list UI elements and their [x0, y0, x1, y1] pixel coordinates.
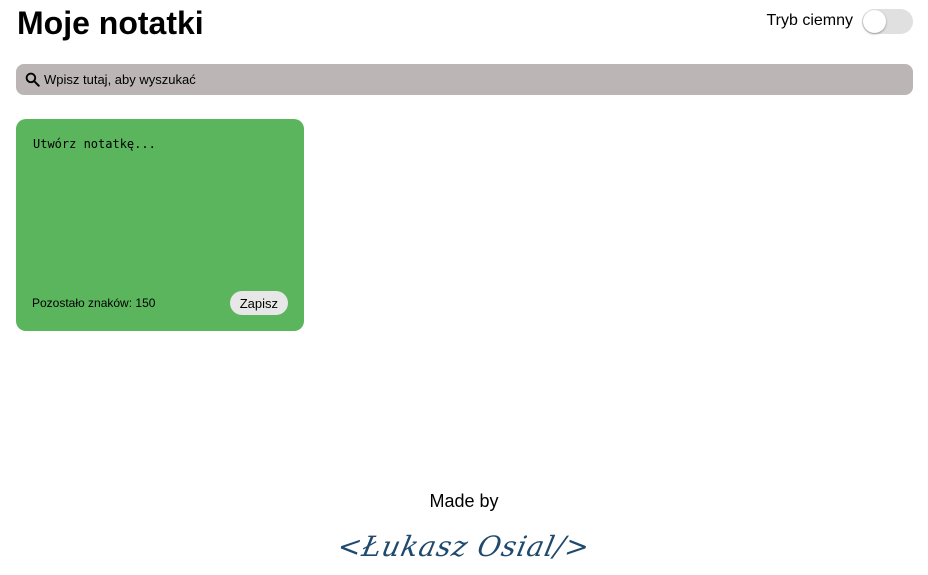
- author-signature: <Łukasz Osial/>: [334, 530, 594, 563]
- dark-mode-label: Tryb ciemny: [766, 12, 853, 29]
- page-title: Moje notatki: [17, 5, 204, 41]
- note-footer: Pozostało znaków: 150 Zapisz: [32, 291, 288, 315]
- new-note-card: Pozostało znaków: 150 Zapisz: [16, 119, 304, 331]
- switch-knob: [863, 9, 886, 33]
- save-button[interactable]: Zapisz: [229, 291, 288, 315]
- made-by-text: Made by: [429, 491, 499, 511]
- search-icon: [24, 72, 40, 88]
- remaining-characters: Pozostało znaków: 150: [32, 296, 156, 310]
- note-textarea[interactable]: [33, 136, 288, 276]
- dark-mode-switch[interactable]: [862, 8, 913, 34]
- search-input[interactable]: [44, 67, 884, 92]
- notes-app: Moje notatki Tryb ciemny Pozostało znakó…: [0, 0, 928, 575]
- dark-mode-toggle-group: Tryb ciemny: [766, 8, 913, 34]
- search-bar: [16, 64, 913, 95]
- footer: Made by: [0, 488, 928, 514]
- header: Moje notatki Tryb ciemny: [16, 0, 913, 46]
